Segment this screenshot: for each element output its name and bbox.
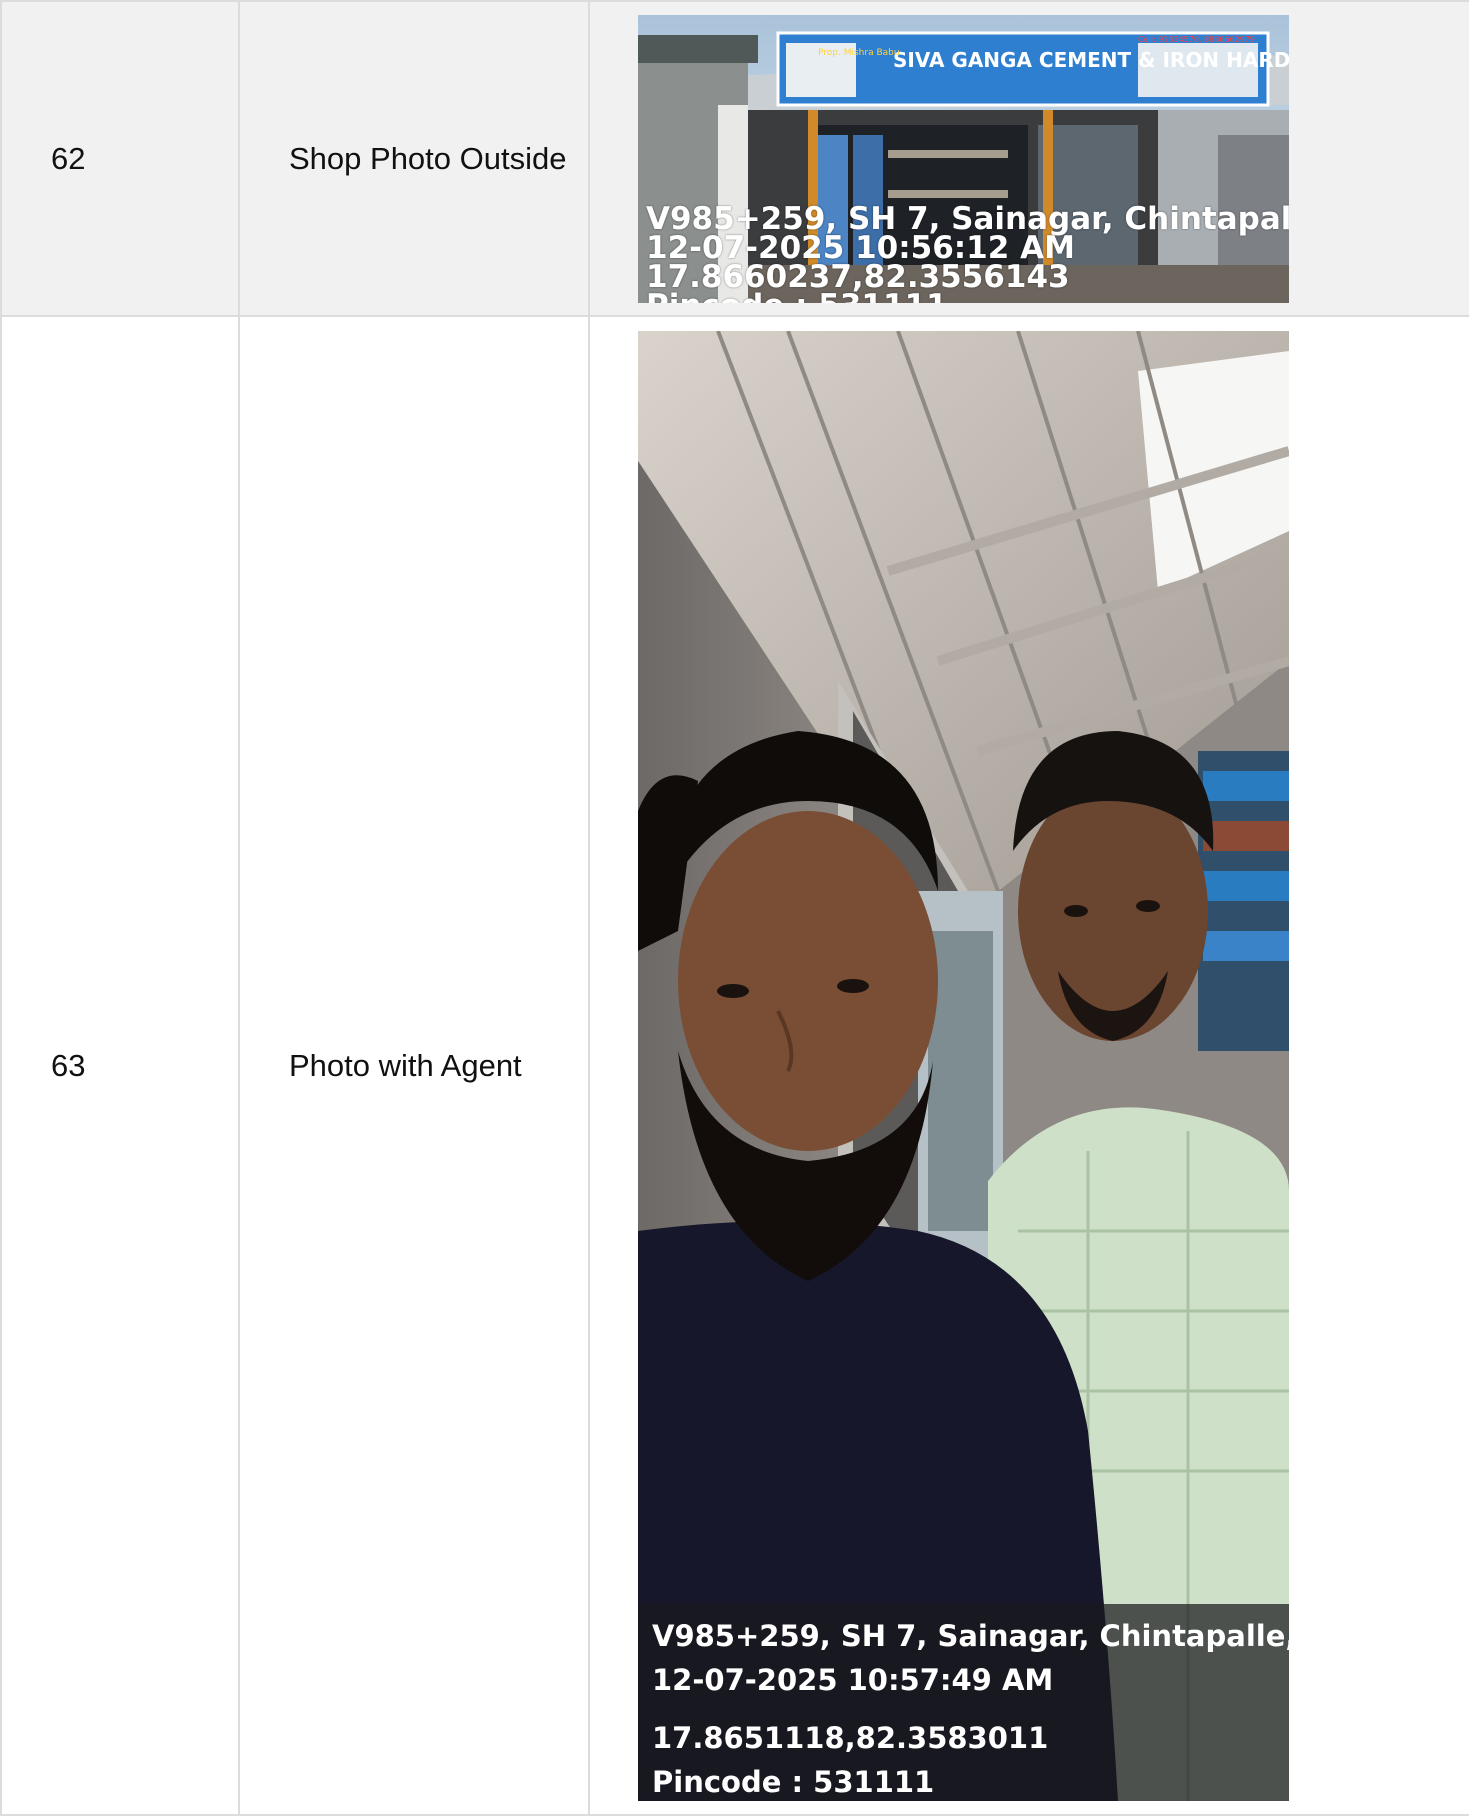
signboard-proprietor: Prop. Mishra Babu (818, 48, 900, 58)
table-row: 62 Shop Photo Outside SIVA GANGA CEMENT … (0, 0, 1469, 317)
agent-selfie-image (638, 330, 1289, 1801)
signboard-title: SIVA GANGA CEMENT & IRON HARDWARE (893, 48, 1289, 72)
row-number-cell: 63 (0, 315, 240, 1816)
stamp-pincode: Pincode : 531111 (652, 1764, 935, 1799)
row-number-cell: 62 (0, 0, 240, 317)
stamp-datetime: 12-07-2025 10:57:49 AM (652, 1662, 1054, 1697)
row-photo-cell: V985+259, SH 7, Sainagar, Chintapalle, A… (588, 315, 1469, 1816)
geo-stamp-box: V985+259, SH 7, Sainagar, Chintapalle, A… (638, 1603, 1289, 1801)
table-row: 63 Photo with Agent V985+259, SH 7, Sain… (0, 315, 1469, 1816)
signboard-contact: Cell: 91334570, 8886662979 (1138, 35, 1255, 44)
row-label: Photo with Agent (289, 1048, 522, 1083)
geo-stamp: V985+259, SH 7, Sainagar, Chintapalle, A… (646, 203, 1289, 303)
row-photo-cell: SIVA GANGA CEMENT & IRON HARDWARE Prop. … (588, 0, 1469, 317)
stamp-address: V985+259, SH 7, Sainagar, Chintapalle, A (652, 1618, 1289, 1653)
stamp-coordinates: 17.8651118,82.3583011 (652, 1720, 1049, 1755)
agent-photo: V985+259, SH 7, Sainagar, Chintapalle, A… (638, 330, 1289, 1801)
row-label-cell: Shop Photo Outside (238, 0, 590, 317)
row-label: Shop Photo Outside (289, 141, 567, 176)
row-label-cell: Photo with Agent (238, 315, 590, 1816)
row-number: 62 (51, 140, 86, 176)
row-number: 63 (51, 1047, 86, 1083)
shop-outside-photo: SIVA GANGA CEMENT & IRON HARDWARE Prop. … (638, 14, 1289, 303)
geo-stamp: V985+259, SH 7, Sainagar, Chintapalle, A… (638, 1604, 1289, 1801)
report-table: 62 Shop Photo Outside SIVA GANGA CEMENT … (0, 0, 1469, 1816)
